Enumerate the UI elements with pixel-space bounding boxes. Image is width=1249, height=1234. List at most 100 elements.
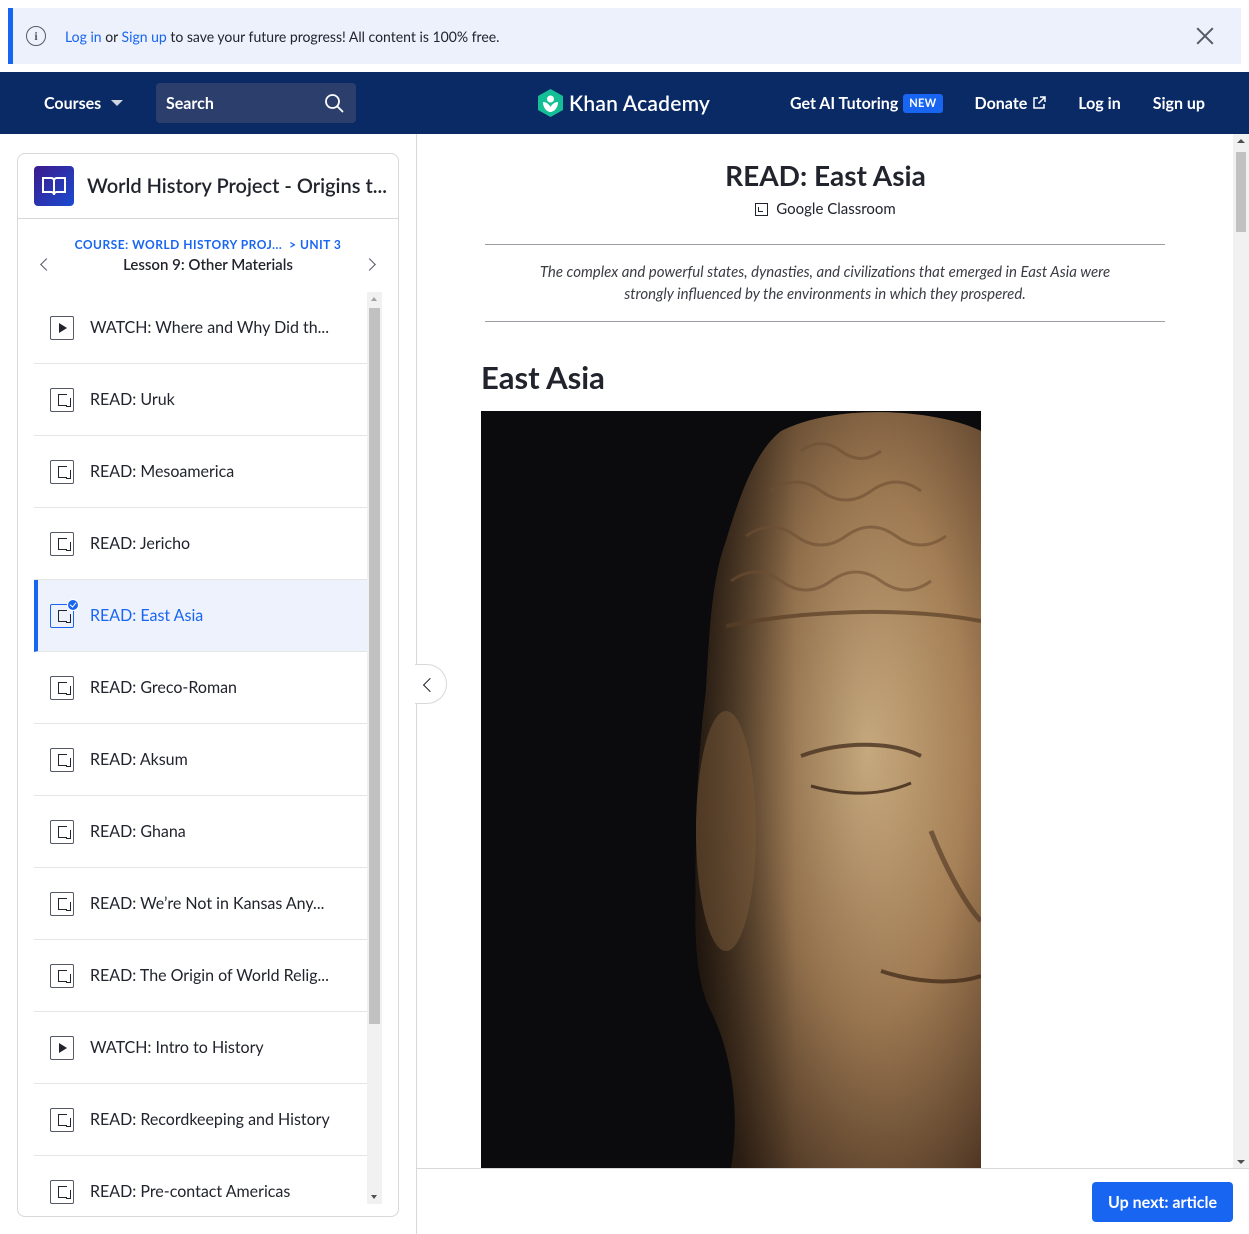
scroll-up-icon[interactable] <box>371 297 377 301</box>
banner-message: Log in or Sign up to save your future pr… <box>65 28 499 45</box>
scroll-down-icon[interactable] <box>371 1195 377 1199</box>
document-icon <box>57 681 71 695</box>
lesson-item-label: READ: Jericho <box>90 534 191 553</box>
khan-academy-logo[interactable]: Khan Academy <box>537 72 710 134</box>
breadcrumb-separator: > <box>289 237 297 252</box>
lesson-item[interactable]: READ: Ghana <box>34 796 367 868</box>
article-icon <box>50 598 79 628</box>
course-sidebar: World History Project - Origins t... COU… <box>17 153 399 1217</box>
article-icon <box>50 891 74 916</box>
search-box[interactable] <box>156 83 356 123</box>
article-scrollbar[interactable] <box>1233 134 1249 1168</box>
courses-menu-button[interactable]: Courses <box>44 72 124 134</box>
section-heading: East Asia <box>481 358 605 396</box>
document-icon <box>57 609 71 623</box>
article-panel: READ: East Asia Google Classroom The com… <box>415 134 1249 1234</box>
banner-signup-link[interactable]: Sign up <box>122 28 167 45</box>
lesson-item-label: READ: Aksum <box>90 750 188 769</box>
sidebar-scrollbar[interactable] <box>367 292 382 1204</box>
google-classroom-icon <box>755 202 769 216</box>
video-icon <box>50 1035 74 1060</box>
lesson-item-label: WATCH: Where and Why Did th... <box>90 318 329 337</box>
lesson-item[interactable]: READ: East Asia <box>34 580 367 652</box>
external-link-icon <box>1033 96 1047 109</box>
banner-login-link[interactable]: Log in <box>65 28 102 45</box>
up-next-button[interactable]: Up next: article <box>1092 1182 1233 1222</box>
article-footer: Up next: article <box>417 1168 1249 1234</box>
article-intro: The complex and powerful states, dynasti… <box>485 244 1165 322</box>
lesson-item[interactable]: READ: Mesoamerica <box>34 436 367 508</box>
document-icon <box>57 969 71 983</box>
chevron-down-icon <box>111 100 124 106</box>
info-icon: i <box>26 26 46 46</box>
lesson-item[interactable]: READ: Aksum <box>34 724 367 796</box>
lesson-item[interactable]: READ: The Origin of World Relig... <box>34 940 367 1012</box>
document-icon <box>57 537 71 551</box>
lesson-item-label: READ: Greco-Roman <box>90 678 237 697</box>
banner-message-text: to save your future progress! All conten… <box>166 27 500 45</box>
article-icon <box>50 531 74 556</box>
page-title: READ: East Asia <box>725 158 926 192</box>
lesson-item-label: READ: Ghana <box>90 822 186 841</box>
login-banner: i Log in or Sign up to save your future … <box>8 8 1241 64</box>
lesson-item-label: WATCH: Intro to History <box>90 1038 264 1057</box>
course-title: World History Project - Origins t... <box>87 174 387 198</box>
document-icon <box>57 465 71 479</box>
scroll-up-icon[interactable] <box>1237 139 1245 143</box>
scrollbar-thumb[interactable] <box>1236 152 1246 232</box>
lesson-item[interactable]: READ: Greco-Roman <box>34 652 367 724</box>
breadcrumb: COURSE: WORLD HISTORY PROJ... > UNIT 3 L… <box>18 219 398 291</box>
new-badge: NEW <box>903 93 943 113</box>
article-icon <box>50 819 74 844</box>
article-icon <box>50 963 74 988</box>
login-link[interactable]: Log in <box>1078 94 1120 113</box>
lesson-item[interactable]: READ: Recordkeeping and History <box>34 1084 367 1156</box>
lesson-item-label: READ: The Origin of World Relig... <box>90 966 329 985</box>
scroll-down-icon[interactable] <box>1237 1160 1245 1164</box>
scrollbar-thumb[interactable] <box>369 308 380 1024</box>
lesson-item-label: READ: Uruk <box>90 390 175 409</box>
close-icon[interactable] <box>1195 26 1215 46</box>
lesson-item[interactable]: READ: Jericho <box>34 508 367 580</box>
lesson-item[interactable]: READ: We’re Not in Kansas Any... <box>34 868 367 940</box>
article-icon <box>50 387 74 412</box>
lesson-item-label: READ: Recordkeeping and History <box>90 1110 330 1129</box>
play-icon <box>59 1042 67 1053</box>
document-icon <box>57 753 71 767</box>
lesson-item-label: READ: East Asia <box>90 606 204 625</box>
ai-tutoring-label: Get AI Tutoring <box>790 93 899 113</box>
search-icon[interactable] <box>324 93 344 113</box>
document-icon <box>57 825 71 839</box>
lesson-item[interactable]: WATCH: Intro to History <box>34 1012 367 1084</box>
lesson-item-label: READ: Pre-contact Americas <box>90 1182 291 1201</box>
lesson-item[interactable]: READ: Pre-contact Americas <box>34 1156 367 1204</box>
breadcrumb-unit[interactable]: UNIT 3 <box>300 237 341 252</box>
article-icon <box>50 747 74 772</box>
signup-link[interactable]: Sign up <box>1153 94 1205 113</box>
logo-text: Khan Academy <box>569 90 711 116</box>
course-header[interactable]: World History Project - Origins t... <box>18 154 398 219</box>
chevron-left-icon <box>422 677 438 693</box>
donate-link[interactable]: Donate <box>975 94 1047 113</box>
document-icon <box>57 1113 71 1127</box>
lesson-item[interactable]: WATCH: Where and Why Did th... <box>34 292 367 364</box>
lesson-item-list: WATCH: Where and Why Did th... READ: Uruk… <box>34 292 367 1204</box>
ai-tutoring-link[interactable]: Get AI Tutoring NEW <box>790 93 943 113</box>
breadcrumb-path: COURSE: WORLD HISTORY PROJ... > UNIT 3 <box>18 237 398 252</box>
top-nav: Courses Khan Academy Get AI Tutoring NEW… <box>0 72 1249 134</box>
buddha-head-image <box>481 411 981 1168</box>
lesson-item[interactable]: READ: Uruk <box>34 364 367 436</box>
document-icon <box>57 1185 71 1199</box>
breadcrumb-course[interactable]: COURSE: WORLD HISTORY PROJ... <box>75 237 283 252</box>
google-classroom-button[interactable]: Google Classroom <box>417 200 1234 218</box>
video-icon <box>50 315 74 340</box>
search-input[interactable] <box>166 93 316 113</box>
lesson-item-label: READ: Mesoamerica <box>90 462 235 481</box>
checkmark-icon <box>67 598 79 611</box>
article-icon <box>50 675 74 700</box>
collapse-sidebar-button[interactable] <box>415 664 447 704</box>
banner-or-text: or <box>101 27 122 45</box>
document-icon <box>57 897 71 911</box>
course-book-icon <box>34 166 74 206</box>
courses-label: Courses <box>44 93 102 113</box>
